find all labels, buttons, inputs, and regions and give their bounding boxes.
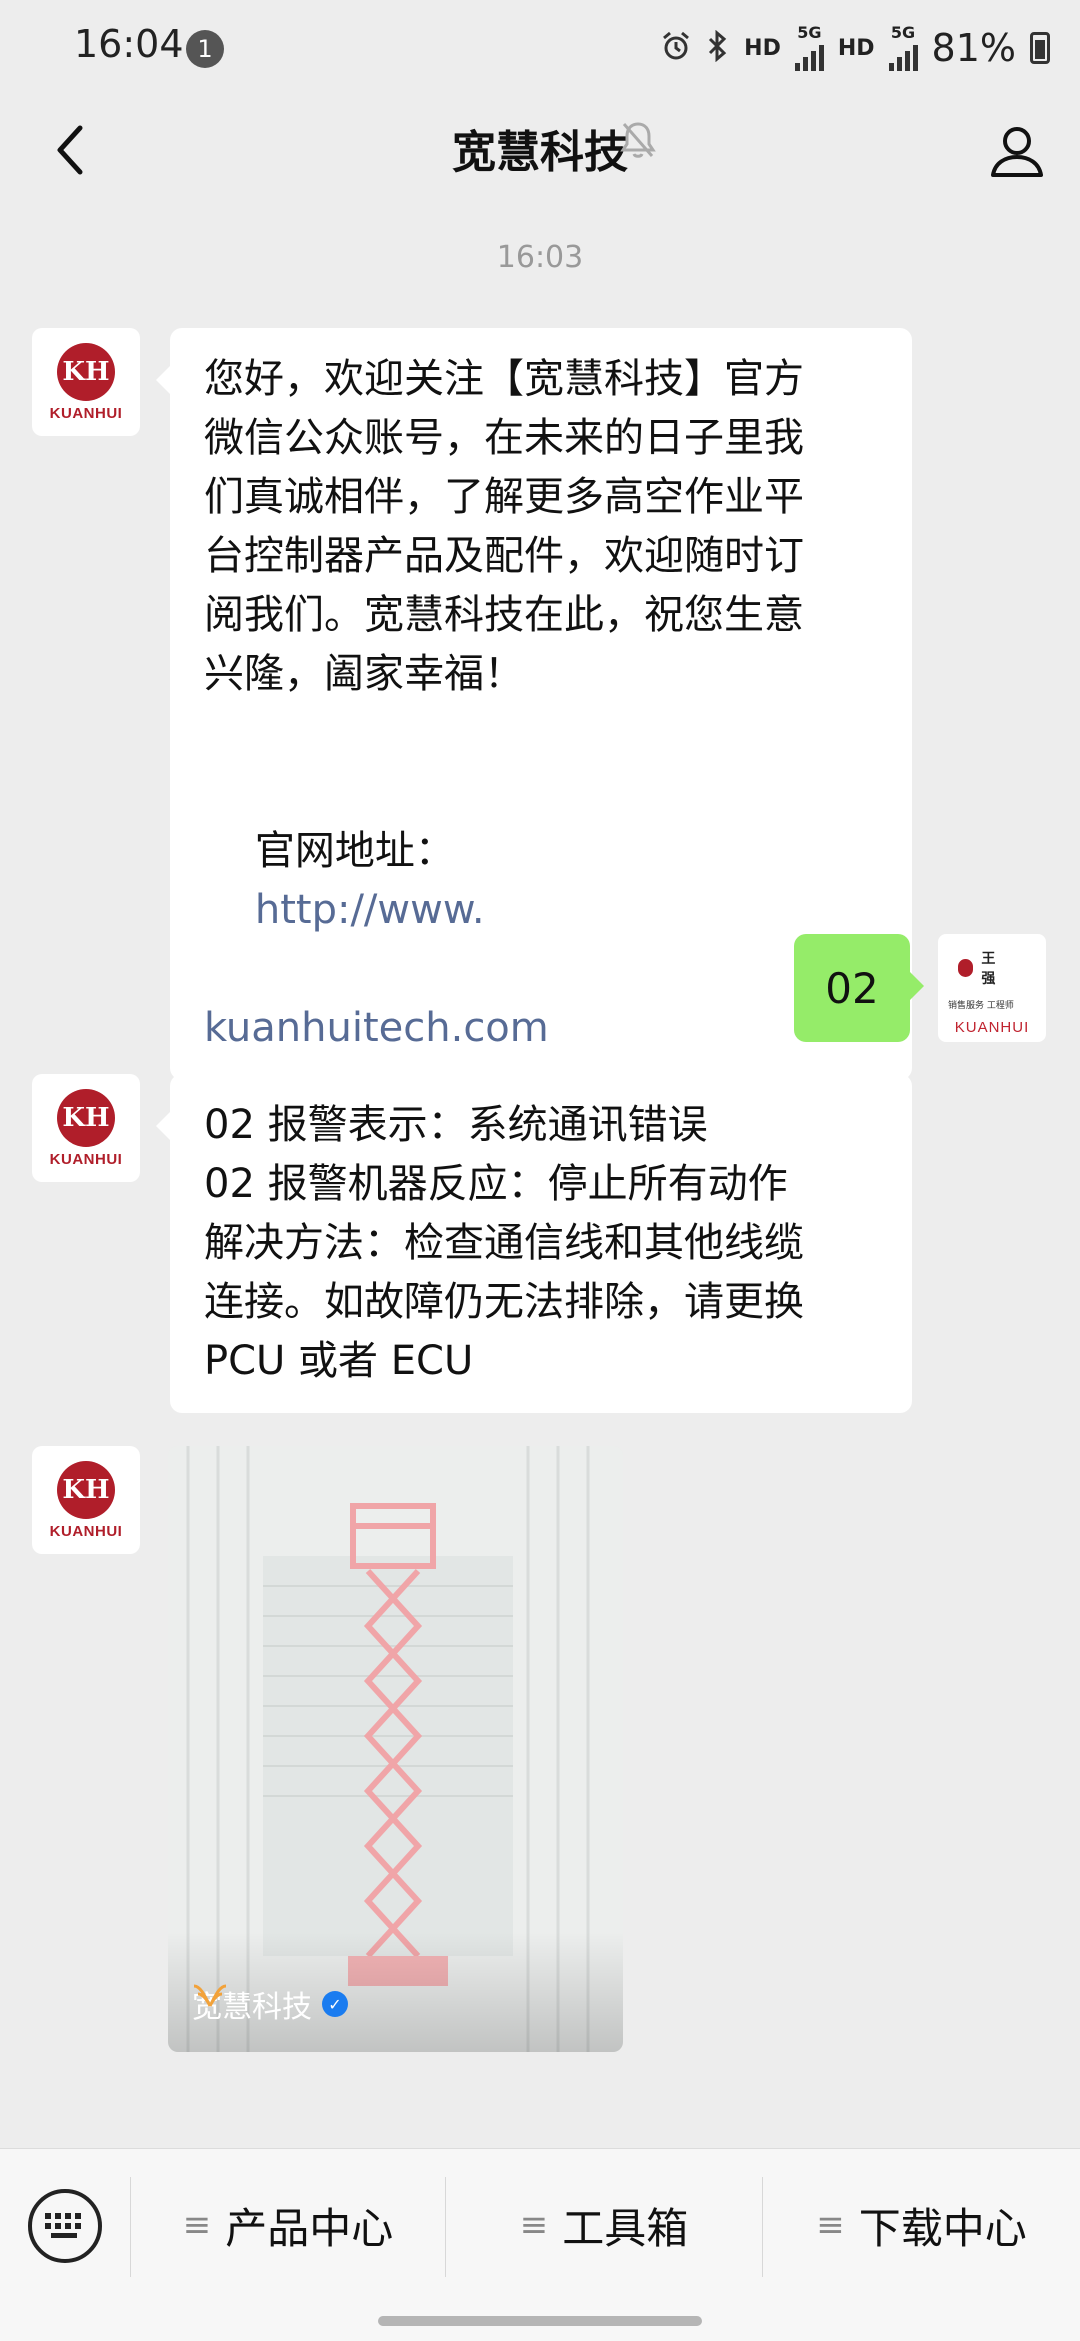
network-gen-label-2: 5G [890,23,916,42]
menu-toolbox[interactable]: ≡ 工具箱 [446,2161,762,2289]
message-line: 您好，欢迎关注【宽慧科技】官方 [204,356,804,402]
network-hd-label-2: HD [837,35,875,61]
menu-download-center[interactable]: ≡ 下载中心 [763,2161,1080,2289]
avatar-brand-text: KUANHUI [49,1522,123,1540]
card-source: 宽慧科技 ✓ [192,1982,348,2026]
official-account-avatar[interactable]: KH KUANHUI [32,1074,140,1182]
message-line: 微信公众账号，在未来的日子里我 [204,415,804,461]
website-link[interactable]: http://www. [255,887,485,933]
message-line: 台控制器产品及配件，欢迎随时订 [204,533,804,579]
message-line: 兴隆，阖家幸福！ [204,651,524,697]
battery-icon [1030,32,1050,64]
menu-item-label: 工具箱 [562,2203,689,2253]
kuanhui-logo-icon: KH [57,1088,115,1147]
message-line: 阅我们。宽慧科技在此，祝您生意 [204,592,804,638]
message-line: PCU 或者 ECU [204,1338,474,1384]
user-avatar-brand: KUANHUI [954,1019,1030,1036]
menu-item-label: 下载中心 [858,2203,1027,2253]
network-hd-label-1: HD [744,35,781,61]
keyboard-toggle-button[interactable] [28,2189,102,2263]
bottom-menu-bar: ≡ 产品中心 ≡ 工具箱 ≡ 下载中心 [0,2148,1080,2341]
alarm-icon [660,30,692,66]
mute-bell-icon [620,120,656,164]
battery-percent: 81% [931,26,1016,70]
avatar-brand-text: KUANHUI [49,404,123,422]
user-message-text: 02 [825,963,879,1013]
message-timestamp: 16:03 [496,240,584,275]
status-bar: 16:04 1 HD 5G HD 5G 81% [0,0,1080,96]
website-link-cont[interactable]: kuanhuitech.com [204,999,880,1058]
keyboard-icon [45,2213,81,2238]
message-line: 们真诚相伴，了解更多高空作业平 [204,474,804,520]
user-avatar-logo-icon [958,959,974,977]
profile-button[interactable] [974,108,1060,194]
status-icons: HD 5G HD 5G 81% [660,20,1050,76]
menu-item-label: 产品中心 [225,2203,394,2253]
menu-lines-icon: ≡ [519,2205,549,2245]
wechat-channel-icon [193,1984,227,2007]
official-account-avatar[interactable]: KH KUANHUI [32,1446,140,1554]
network-gen-label-1: 5G [797,23,822,42]
message-line: 02 报警机器反应：停止所有动作 [204,1161,788,1207]
verified-badge-icon: ✓ [322,1991,348,2017]
menu-lines-icon: ≡ [816,2205,845,2245]
menu-lines-icon: ≡ [182,2205,212,2245]
message-line: 02 报警表示：系统通讯错误 [204,1102,708,1148]
status-time: 16:04 [74,22,184,66]
kuanhui-logo-icon: KH [57,1460,115,1519]
user-avatar-name: 王 强 [981,951,1008,987]
menu-product-center[interactable]: ≡ 产品中心 [131,2161,445,2289]
bluetooth-icon [706,29,730,66]
chat-header: 宽慧科技 [0,96,1080,206]
user-avatar-title: 销售服务 工程师 [948,1001,1014,1011]
message-bubble-alarm[interactable]: 02 报警表示：系统通讯错误 02 报警机器反应：停止所有动作 解决方法：检查通… [156,1074,912,1413]
website-label: 官网地址： [254,828,455,874]
chat-title: 宽慧科技 [452,127,628,178]
signal-icon-2 [888,41,918,71]
message-line: 解决方法：检查通信线和其他线缆 [204,1220,804,1266]
notification-count-badge: 1 [186,30,224,68]
kuanhui-logo-icon: KH [57,342,115,401]
home-indicator[interactable] [378,2316,702,2326]
message-line: 连接。如故障仍无法排除，请更换 [204,1279,804,1325]
avatar-brand-text: KUANHUI [49,1150,123,1168]
article-card[interactable]: 宽慧科技 ✓ [168,1446,623,2052]
person-icon [991,127,1043,177]
user-message-bubble[interactable]: 02 [794,934,924,1042]
signal-icon-1 [794,41,824,71]
official-account-avatar[interactable]: KH KUANHUI [32,328,140,436]
user-avatar[interactable]: 王 强 销售服务 工程师 KUANHUI [938,934,1046,1042]
